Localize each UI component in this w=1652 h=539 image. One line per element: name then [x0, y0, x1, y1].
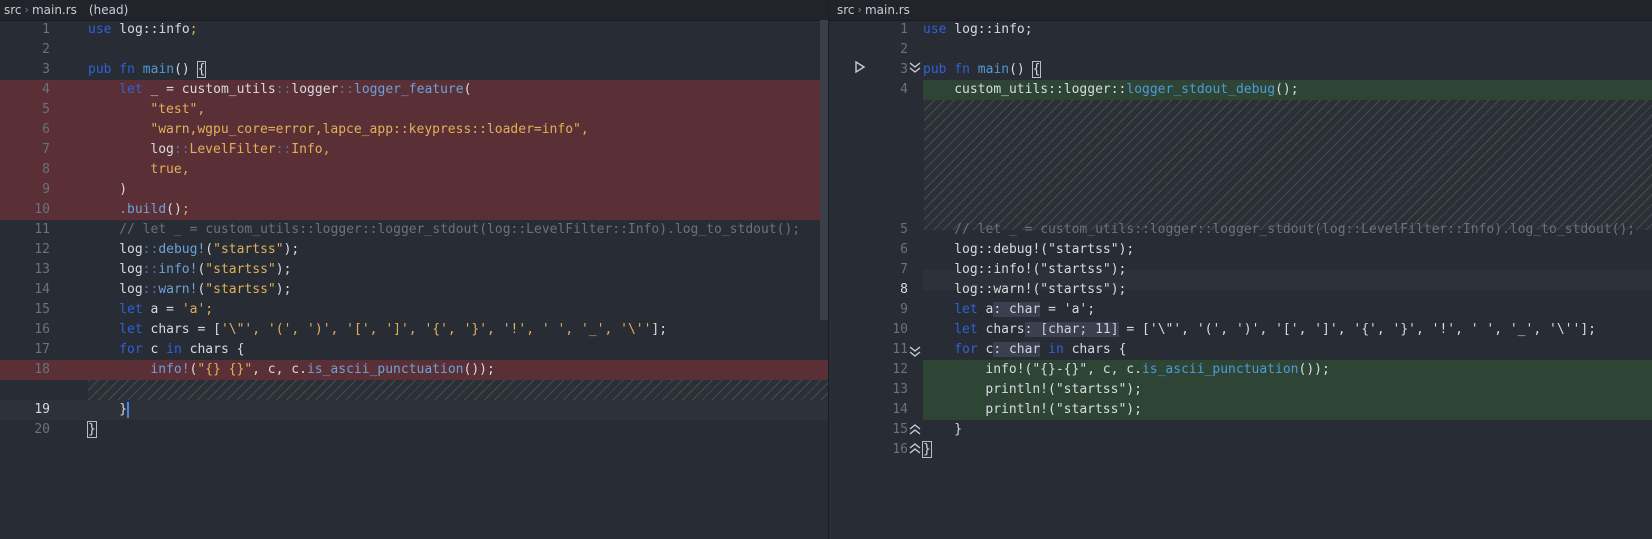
line-number: 13 [34, 262, 50, 277]
code-line[interactable]: log::warn!("startss"); [954, 280, 1126, 300]
left-editor-pane[interactable]: src › main.rs (head) 1 2 3 4 5 6 7 8 9 10 11 12 13 14 15 1… [0, 0, 828, 539]
line-number: 19 [34, 402, 50, 417]
code-line[interactable]: log::info!("startss"); [954, 260, 1126, 280]
line-number: 9 [900, 302, 908, 317]
code-line[interactable]: log::LevelFilter::Info, [150, 140, 330, 160]
diff-placeholder-hatch [924, 100, 1652, 230]
line-number: 11 [892, 342, 908, 357]
code-line[interactable]: custom_utils::logger::logger_stdout_debu… [954, 80, 1298, 100]
breadcrumb-folder[interactable]: src [829, 0, 855, 20]
chevron-down-double-icon[interactable] [909, 61, 921, 81]
code-line[interactable]: pub fn main() { [923, 60, 1042, 80]
code-line[interactable]: for c in chars { [119, 340, 244, 360]
line-number: 2 [42, 42, 50, 57]
code-line[interactable]: let a = 'a'; [119, 300, 213, 320]
line-number: 12 [34, 242, 50, 257]
line-number: 15 [892, 422, 908, 437]
code-line[interactable]: pub fn main() { [88, 60, 207, 80]
code-line[interactable]: true, [150, 160, 189, 180]
code-line[interactable]: let chars = ['\"', '(', ')', '[', ']', '… [119, 320, 667, 340]
line-number: 6 [900, 242, 908, 257]
line-number: 9 [42, 182, 50, 197]
line-number: 7 [900, 262, 908, 277]
code-line[interactable]: } [922, 440, 932, 460]
code-line[interactable]: log::debug!("startss"); [119, 240, 299, 260]
code-line[interactable]: info!("{} {}", c, c.is_ascii_punctuation… [150, 360, 494, 380]
code-line[interactable]: use log::info; [923, 20, 1033, 40]
code-line[interactable]: println!("startss"); [985, 400, 1142, 420]
chevron-up-double-icon[interactable] [909, 422, 921, 442]
code-line[interactable]: // let _ = custom_utils::logger::logger_… [119, 220, 800, 240]
line-number: 6 [42, 122, 50, 137]
chevron-down-double-icon[interactable] [909, 345, 921, 365]
code-line[interactable]: for c: char in chars { [954, 340, 1126, 360]
line-number: 4 [900, 82, 908, 97]
line-number: 20 [34, 422, 50, 437]
code-line[interactable]: let chars: [char; 11] = ['\"', '(', ')',… [954, 320, 1596, 340]
code-line[interactable]: // let _ = custom_utils::logger::logger_… [954, 220, 1635, 240]
breadcrumb-file[interactable]: main.rs [32, 0, 77, 20]
line-number: 17 [34, 342, 50, 357]
line-number: 12 [892, 362, 908, 377]
line-number: 4 [42, 82, 50, 97]
line-number: 8 [900, 282, 908, 297]
line-number: 14 [34, 282, 50, 297]
chevron-right-icon: › [857, 3, 862, 16]
line-number: 2 [900, 42, 908, 57]
line-number: 10 [34, 202, 50, 217]
play-icon[interactable] [854, 60, 868, 80]
line-number: 5 [900, 222, 908, 237]
line-number: 13 [892, 382, 908, 397]
chevron-up-double-icon[interactable] [909, 441, 921, 461]
code-line[interactable]: "warn,wgpu_core=error,lapce_app::keypres… [150, 120, 588, 140]
breadcrumb-folder[interactable]: src [0, 0, 22, 20]
line-number: 16 [34, 322, 50, 337]
code-line[interactable]: let a: char = 'a'; [954, 300, 1095, 320]
code-line[interactable]: log::info!("startss"); [119, 260, 291, 280]
line-number: 8 [42, 162, 50, 177]
line-number: 1 [42, 22, 50, 37]
code-line[interactable]: .build(); [119, 200, 189, 220]
left-breadcrumb: src › main.rs (head) [0, 0, 828, 21]
code-line[interactable]: "test", [150, 100, 205, 120]
line-number: 11 [34, 222, 50, 237]
code-line[interactable]: } [954, 420, 962, 440]
code-line[interactable]: let _ = custom_utils::logger::logger_fea… [119, 80, 471, 100]
line-number: 16 [892, 442, 908, 457]
chevron-right-icon: › [24, 3, 29, 16]
line-number: 7 [42, 142, 50, 157]
breadcrumb-file[interactable]: main.rs [865, 0, 910, 20]
line-number: 1 [900, 22, 908, 37]
code-line[interactable]: log::warn!("startss"); [119, 280, 291, 300]
left-scrollbar[interactable] [820, 20, 828, 320]
line-number: 10 [892, 322, 908, 337]
line-number: 14 [892, 402, 908, 417]
code-line[interactable]: use log::info; [88, 20, 198, 40]
code-line[interactable]: } [87, 420, 97, 440]
line-number: 18 [34, 362, 50, 377]
code-line[interactable]: log::debug!("startss"); [954, 240, 1134, 260]
line-number: 15 [34, 302, 50, 317]
code-line[interactable]: info!("{}-{}", c, c.is_ascii_punctuation… [985, 360, 1329, 380]
right-editor-pane[interactable]: src › main.rs 1 2 3 4 5 6 7 8 9 10 11 12 13 14 15 16 use l… [829, 0, 1652, 539]
head-tag: (head) [88, 3, 129, 17]
line-number: 3 [42, 62, 50, 77]
right-breadcrumb: src › main.rs [829, 0, 1652, 21]
line-number: 3 [900, 62, 908, 77]
code-line[interactable]: } [119, 400, 130, 420]
line-number: 5 [42, 102, 50, 117]
code-line[interactable]: println!("startss"); [985, 380, 1142, 400]
code-line[interactable]: ) [119, 180, 127, 200]
